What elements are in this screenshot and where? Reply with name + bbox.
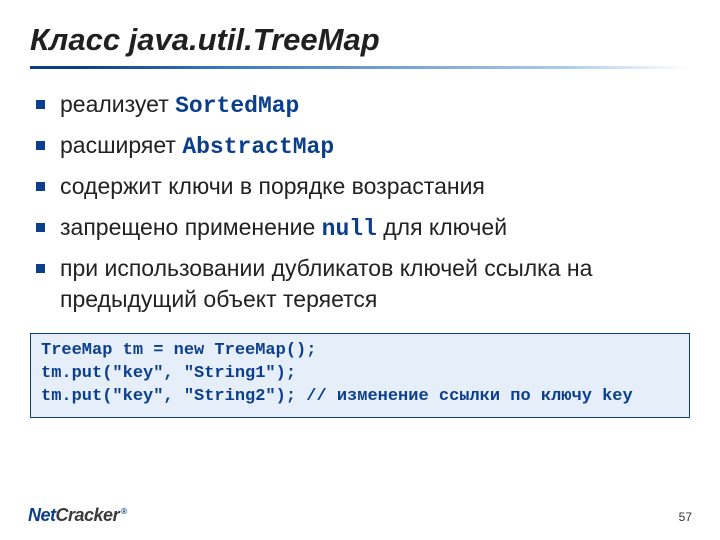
list-item: расширяет AbstractMap [36,130,690,163]
logo: NetCracker® [28,505,126,526]
logo-part-cracker: Cracker [56,505,120,525]
code-block: TreeMap tm = new TreeMap(); tm.put("key"… [30,333,690,418]
bullet-text: для ключей [377,214,507,240]
code-keyword: null [322,216,377,242]
logo-registered: ® [121,507,126,516]
bullet-list: реализует SortedMap расширяет AbstractMa… [30,89,690,317]
code-keyword: AbstractMap [182,134,334,160]
page-number: 57 [679,510,692,524]
page-title: Класс java.util.TreeMap [30,22,690,58]
bullet-text: расширяет [60,132,182,158]
logo-part-net: Net [28,505,56,525]
bullet-text: реализует [60,91,175,117]
list-item: содержит ключи в порядке возрастания [36,171,690,204]
list-item: реализует SortedMap [36,89,690,122]
bullet-text: содержит ключи в порядке возрастания [60,173,485,199]
code-keyword: SortedMap [175,93,299,119]
list-item: при использовании дубликатов ключей ссыл… [36,253,690,317]
bullet-text: при использовании дубликатов ключей ссыл… [60,255,592,312]
footer: NetCracker® 57 [0,500,720,526]
list-item: запрещено применение null для ключей [36,212,690,245]
title-underline [30,66,690,69]
slide: Класс java.util.TreeMap реализует Sorted… [0,0,720,540]
bullet-text: запрещено применение [60,214,322,240]
